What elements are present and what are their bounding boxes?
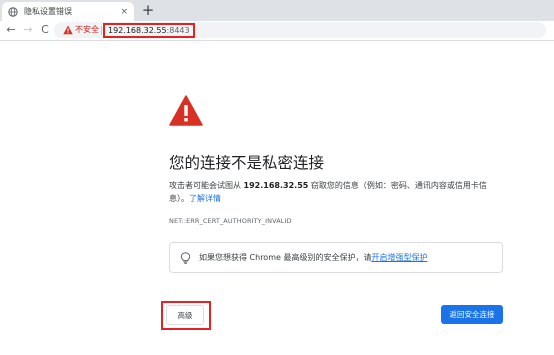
tab-close-icon[interactable]: × bbox=[120, 7, 128, 17]
description-host: 192.168.32.55 bbox=[243, 181, 309, 190]
tab-strip: 隐私设置错误 × + bbox=[0, 0, 554, 21]
url-port[interactable]: :8443 bbox=[167, 26, 190, 35]
promo-message: 如果您想获得 Chrome 最高级别的安全保护，请 bbox=[199, 253, 372, 262]
enhanced-protection-promo: 如果您想获得 Chrome 最高级别的安全保护，请开启增强型保护 bbox=[169, 242, 503, 273]
back-button[interactable]: ← bbox=[4, 23, 18, 37]
error-code[interactable]: NET::ERR_CERT_AUTHORITY_INVALID bbox=[169, 217, 292, 225]
page-title: 您的连接不是私密连接 bbox=[169, 154, 325, 172]
learn-more-link[interactable]: 了解详情 bbox=[189, 194, 221, 203]
lightbulb-icon bbox=[180, 251, 191, 264]
enhanced-protection-link[interactable]: 开启增强型保护 bbox=[371, 253, 427, 262]
promo-text: 如果您想获得 Chrome 最高级别的安全保护，请开启增强型保护 bbox=[199, 252, 427, 263]
warning-triangle-icon bbox=[169, 95, 203, 126]
active-tab[interactable]: 隐私设置错误 × bbox=[2, 2, 134, 21]
warning-description: 攻击者可能会试图从 192.168.32.55 窃取您的信息（例如：密码、通讯内… bbox=[169, 180, 504, 205]
url-host[interactable]: 192.168.32.55 bbox=[108, 26, 167, 35]
globe-icon bbox=[8, 6, 18, 17]
tab-title: 隐私设置错误 bbox=[24, 7, 72, 16]
toolbar: ← → C 不安全 192.168.32.55:8443 bbox=[0, 21, 554, 41]
reload-button[interactable]: C bbox=[38, 23, 52, 37]
back-to-safety-button[interactable]: 返回安全连接 bbox=[441, 305, 503, 324]
warning-icon[interactable] bbox=[63, 25, 73, 35]
omnibox-divider bbox=[101, 26, 102, 35]
forward-button[interactable]: → bbox=[21, 23, 35, 37]
url-highlight-box: 192.168.32.55:8443 bbox=[103, 23, 195, 38]
advanced-button[interactable]: 高级 bbox=[166, 305, 204, 325]
not-secure-label[interactable]: 不安全 bbox=[75, 23, 99, 37]
address-bar[interactable]: 不安全 192.168.32.55:8443 bbox=[54, 22, 546, 38]
new-tab-button[interactable]: + bbox=[140, 2, 156, 18]
description-prefix: 攻击者可能会试图从 bbox=[169, 181, 244, 190]
